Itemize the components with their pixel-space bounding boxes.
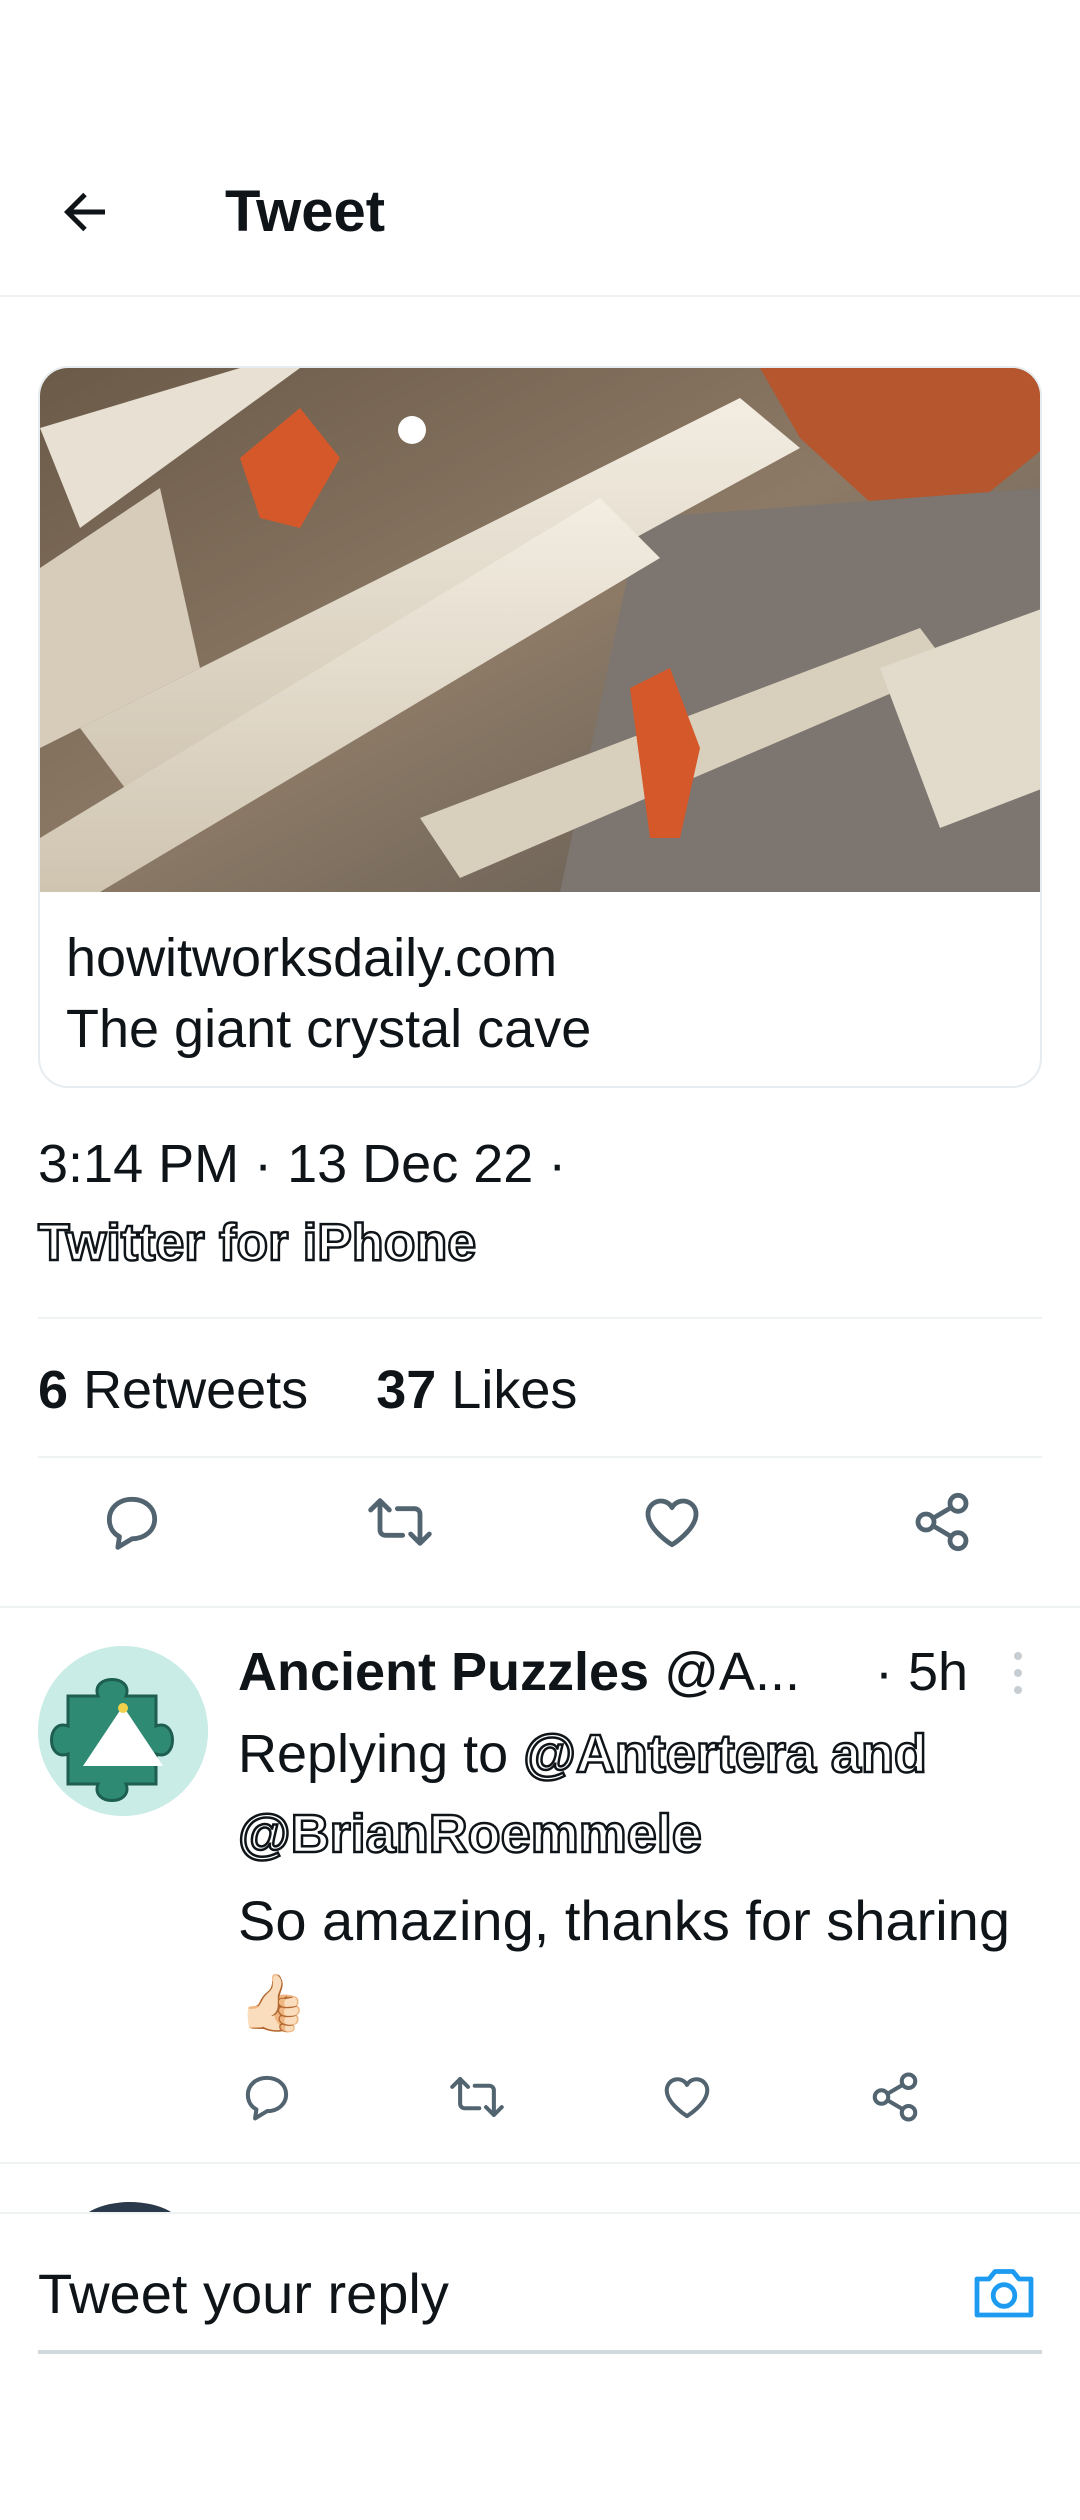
avatar[interactable] [38, 1646, 208, 1816]
reply-icon [106, 1496, 158, 1550]
share-button[interactable] [910, 1490, 980, 1570]
reply-input[interactable]: Tweet your reply [38, 2254, 449, 2334]
reply-composer: Tweet your reply [0, 2212, 1080, 2374]
puzzle-logo-icon [38, 1646, 208, 1816]
reply-button[interactable] [100, 1490, 170, 1570]
retweet-icon [368, 1498, 432, 1546]
tweet-actions [0, 1490, 1080, 1580]
top-app-bar: Tweet [0, 130, 1080, 297]
reply-body: So amazing, thanks for sharing [238, 1889, 1010, 1952]
replying-prefix: Replying to [238, 1724, 509, 1784]
reply-like-button[interactable] [660, 2070, 720, 2130]
divider [38, 1456, 1042, 1458]
replying-to: Replying to @Antertera and @BrianRoemmel… [237, 1714, 1038, 1874]
tweet-timestamp: 3:14 PM · 13 Dec 22 · [38, 1134, 567, 1194]
thumbs-up-emoji: 👍🏻 [238, 1971, 308, 2034]
card-domain: howitworksdaily.com [66, 928, 558, 988]
divider [0, 1606, 1080, 1608]
reply-reply-button[interactable] [240, 2070, 300, 2130]
like-button[interactable] [640, 1490, 710, 1570]
heart-icon [645, 1498, 699, 1548]
retweets-count[interactable]: 6 [38, 1360, 68, 1420]
next-reply-peek [0, 2162, 1080, 2232]
reply-text: So amazing, thanks for sharing 👍🏻 [238, 1880, 1038, 2044]
arrow-left-icon[interactable] [55, 182, 115, 242]
card-title: The giant crystal cave [66, 999, 592, 1059]
reply-actions [0, 2070, 1080, 2140]
camera-icon[interactable] [968, 2258, 1040, 2330]
reply-author[interactable]: Ancient Puzzles @A... [238, 1632, 800, 1712]
retweet-button[interactable] [368, 1490, 438, 1570]
reply-share-button[interactable] [868, 2070, 928, 2130]
page-title: Tweet [225, 179, 386, 244]
likes-count[interactable]: 37 [376, 1360, 436, 1420]
link-card[interactable]: howitworksdaily.com The giant crystal ca… [38, 366, 1042, 1088]
more-options-icon[interactable] [1008, 1648, 1028, 1698]
heart-icon [664, 2077, 710, 2119]
share-icon [915, 1492, 969, 1552]
reply-time: · 5h [875, 1642, 969, 1702]
input-underline [38, 2350, 1042, 2354]
likes-label[interactable]: Likes [451, 1360, 577, 1420]
share-icon [872, 2072, 918, 2122]
tweet-source-link[interactable]: Twitter for iPhone [37, 1208, 478, 1278]
reply-retweet-button[interactable] [450, 2070, 510, 2130]
tweet-stats: 6 Retweets 37 Likes [38, 1350, 577, 1430]
retweet-icon [450, 2076, 504, 2118]
retweets-label[interactable]: Retweets [83, 1360, 308, 1420]
divider [38, 1317, 1042, 1319]
reply-author-handle[interactable]: @A... [664, 1642, 800, 1702]
reply-icon [245, 2075, 289, 2121]
card-image [40, 368, 1040, 892]
reply-author-name[interactable]: Ancient Puzzles [238, 1642, 649, 1702]
